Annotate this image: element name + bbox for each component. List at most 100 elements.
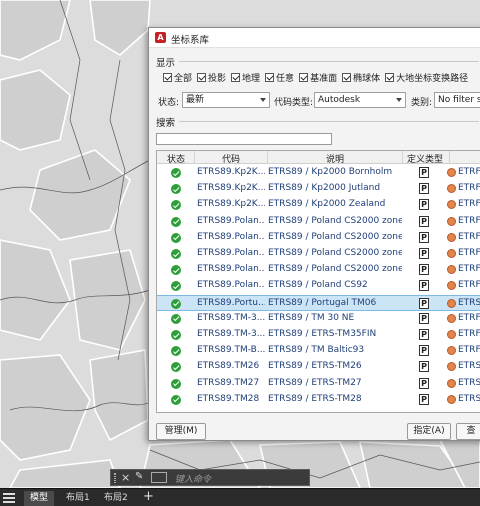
category-select[interactable]: No filter se [434,92,480,108]
table-row[interactable]: ETRS89.TM-3...ETRS89 / TM 30 NE P ETRF8 [157,311,480,327]
chevron-down-icon [396,98,402,102]
row-datum: ETRS8 [458,361,480,372]
table-row[interactable]: ETRS89.TM26 ETRS89 / ETRS-TM26 P ETRS8 [157,359,480,375]
row-description: ETRS89 / Poland CS2000 zone 6 [268,231,402,242]
row-code: ETRS89.Kp2K... [197,199,265,210]
table-header: 状态 代码 说明 定义类型 [157,151,480,165]
tab-model[interactable]: 模型 [24,491,55,506]
table-row[interactable]: ETRS89.TM-3...ETRS89 / ETRS-TM35FIN P ETRF… [157,327,480,343]
assign-button[interactable]: 指定(A) [407,423,451,440]
projection-icon: P [419,231,429,243]
row-description: ETRS89 / Portugal TM06 [268,297,377,308]
close-icon[interactable]: × [121,471,130,484]
row-datum: ETRS8 [458,377,480,388]
row-code: ETRS89.Polan... [197,264,265,275]
search-input[interactable] [156,133,332,145]
command-prompt-icon[interactable] [151,472,167,483]
filter-geographic-checkbox[interactable]: 地理 [231,71,260,84]
projection-icon: P [419,248,429,259]
table-row[interactable]: ETRS89.Polan... ETRS89 / Poland CS2000 zo… [157,262,480,278]
check-icon [385,73,395,82]
column-status[interactable]: 状态 [161,152,191,165]
filter-arbitrary-checkbox[interactable]: 任意 [265,71,294,84]
table-row[interactable]: ETRS89.Polan... ETRS89 / Poland CS2000 zo… [157,230,480,246]
projection-icon: P [419,280,429,292]
column-code[interactable]: 代码 [195,152,267,165]
status-bar: 模型 布局1 布局2 + [0,488,480,506]
globe-icon [447,232,456,242]
status-ok-icon [171,232,181,243]
row-description: ETRS89 / ETRS-TM35FIN [268,329,377,339]
filter-checkboxes: 全部 投影 地理 任意 基准面 椭球体 大地坐标变换路径 [163,71,468,84]
check-icon [197,73,207,82]
globe-icon [447,378,456,388]
wrench-icon[interactable]: ✎ [135,471,143,482]
projection-icon: P [419,183,429,195]
divider [179,121,479,122]
divider [179,61,479,62]
projection-icon: P [419,264,429,276]
table-row[interactable]: ETRS89.Kp2K... ETRS89 / Kp2000 Zealand P ET… [157,197,480,213]
row-code: ETRS89.TM26 [197,361,260,372]
tab-layout2[interactable]: 布局2 [98,491,134,506]
code-type-select[interactable]: Autodesk [314,92,406,108]
cancel-button[interactable]: 查 [456,423,480,440]
row-description: ETRS89 / ETRS-TM28 [268,393,362,404]
globe-icon [447,330,456,339]
table-row[interactable]: ETRS89.TM27 ETRS89 / ETRS-TM27 P ETRS8 [157,376,480,392]
row-code: ETRS89.Kp2K... [197,167,265,177]
status-filter-select[interactable]: 最新 [182,92,270,108]
coordinate-system-table: 状态 代码 说明 定义类型 ETRS89.Kp2K... ETRS89 / Kp2… [156,150,480,413]
check-icon [342,73,352,82]
manage-button[interactable]: 管理(M) [156,423,206,440]
status-ok-icon [171,362,181,373]
column-definition-type[interactable]: 定义类型 [403,152,447,165]
status-ok-icon [171,265,181,276]
globe-icon [447,281,456,291]
table-row[interactable]: ETRS89.Kp2K... ETRS89 / Kp2000 Jutland P ET… [157,181,480,197]
filter-transform-path-checkbox[interactable]: 大地坐标变换路径 [385,71,468,84]
app-icon: A [155,32,166,43]
table-row[interactable]: ETRS89.Portu... ETRS89 / Portugal TM06 P ET… [157,294,480,311]
tab-layout1[interactable]: 布局1 [60,491,96,506]
row-code: ETRS89.Kp2K... [197,183,265,194]
row-description: ETRS89 / Poland CS2000 zone 5 [268,215,402,226]
projection-icon: P [419,361,429,373]
row-code: ETRS89.Portu... [197,297,265,308]
filter-projected-checkbox[interactable]: 投影 [197,71,226,84]
check-icon [163,73,172,82]
row-datum: ETRF8 [458,329,480,339]
row-datum: ETRF8 [458,183,480,194]
row-code: ETRS89.Polan... [197,231,265,242]
dialog-titlebar[interactable]: A 坐标系库 [149,28,480,48]
status-ok-icon [171,200,181,211]
status-ok-icon [171,184,181,195]
table-row[interactable]: ETRS89.TM-B...ETRS89 / TM Baltic93 P ETRF8 [157,343,480,359]
filter-ellipsoid-checkbox[interactable]: 椭球体 [342,71,380,84]
table-row[interactable]: ETRS89.Polan... ETRS89 / Poland CS2000 zo… [157,214,480,230]
display-section-label: 显示 [156,58,176,69]
filter-all-checkbox[interactable]: 全部 [163,71,192,84]
globe-icon [447,346,456,356]
status-ok-icon [171,346,181,357]
filter-datum-checkbox[interactable]: 基准面 [299,71,337,84]
command-input[interactable]: 键入命令 [175,472,211,485]
row-description: ETRS89 / Kp2000 Zealand [268,199,386,210]
row-datum: ETRS8 [458,393,480,404]
row-code: ETRS89.Polan... [197,280,265,291]
status-ok-icon [171,249,181,259]
table-row[interactable]: ETRS89.Polan... ETRS89 / Poland CS2000 zo… [157,246,480,262]
status-ok-icon [171,216,181,227]
status-ok-icon [171,168,181,178]
row-datum: ETRF8 [458,280,480,291]
status-ok-icon [171,298,181,309]
projection-icon: P [419,297,429,309]
column-description[interactable]: 说明 [268,152,402,165]
table-row[interactable]: ETRS89.Kp2K... ETRS89 / Kp2000 Bornholm P E… [157,165,480,181]
table-row[interactable]: ETRS89.Polan...ETRS89 / Poland CS92 P ETRF… [157,278,480,294]
table-row[interactable]: ETRS89.TM28 ETRS89 / ETRS-TM28 P ETRS8 [157,392,480,408]
command-line: × ✎ 键入命令 [110,469,310,486]
menu-icon[interactable] [3,493,15,503]
plus-icon[interactable]: + [143,489,154,504]
drag-handle[interactable] [114,473,116,483]
